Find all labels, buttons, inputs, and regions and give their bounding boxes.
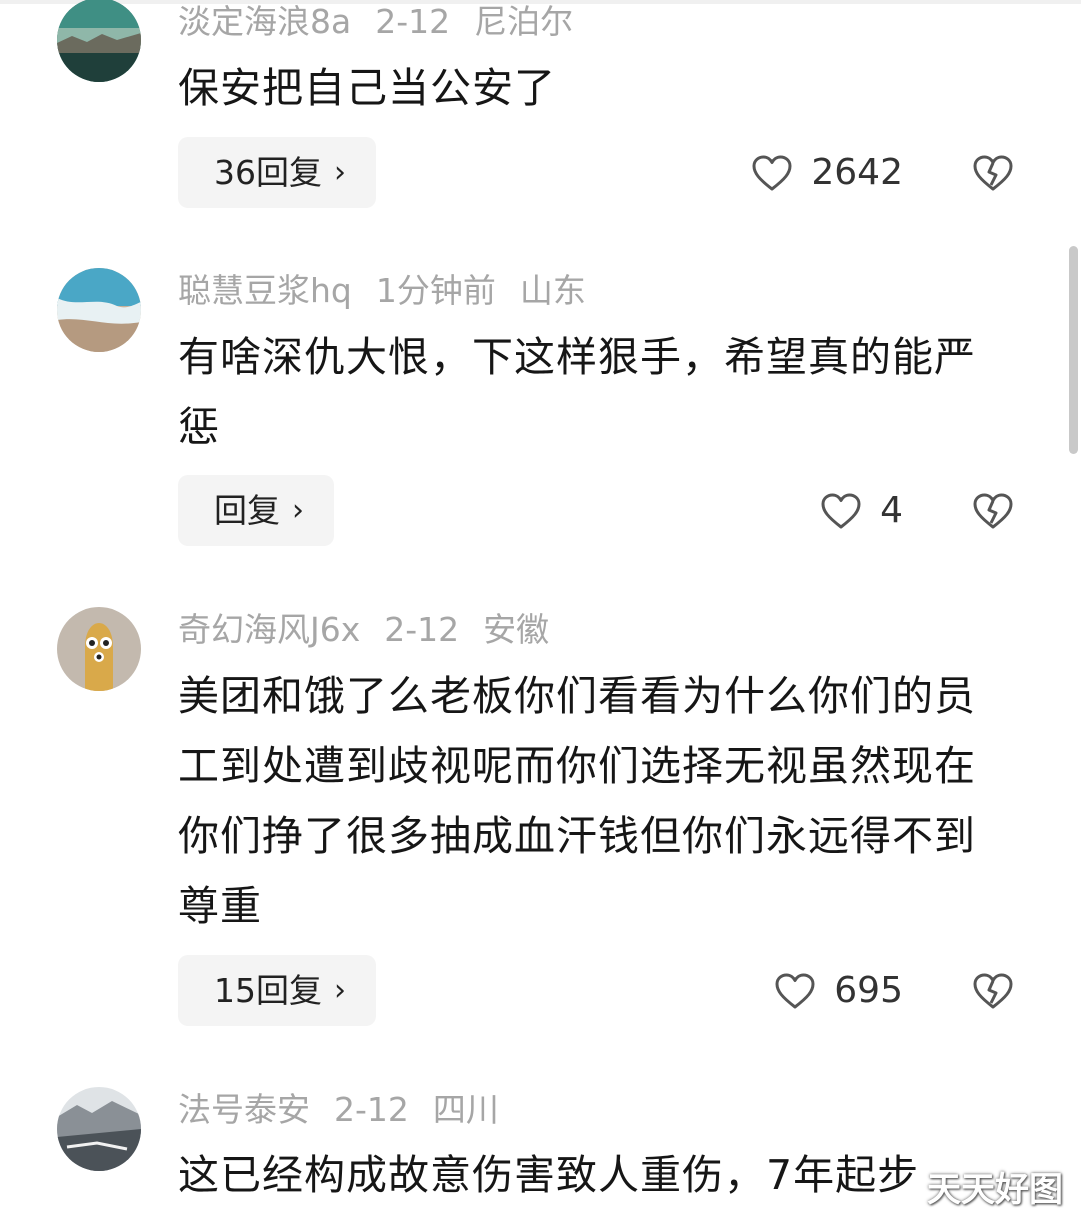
username[interactable]: 淡定海浪8a (178, 2, 351, 41)
watermark: 天天好图 (927, 1170, 1063, 1210)
heart-outline-icon (752, 155, 792, 190)
chevron-right-icon: › (334, 155, 346, 190)
chevron-right-icon: › (292, 493, 304, 528)
heart-outline-icon (775, 973, 815, 1008)
broken-heart-icon (973, 155, 1013, 190)
broken-heart-icon (973, 493, 1013, 528)
view-replies-button[interactable]: 15回复 › (178, 955, 376, 1026)
like-count: 695 (834, 970, 903, 1011)
comment-text: 保安把自己当公安了 (178, 64, 556, 112)
comment-date: 2-12 (334, 1090, 409, 1129)
comment-text: 这已经构成故意伤害致人重伤，7年起步 (178, 1151, 920, 1199)
like-count: 2642 (811, 152, 903, 193)
dislike-button[interactable] (971, 137, 1015, 208)
comment-location: 山东 (519, 271, 586, 310)
comment-meta: 聪慧豆浆hq 1分钟前 山东 (178, 269, 610, 313)
comment-location: 四川 (432, 1090, 499, 1129)
broken-heart-icon (973, 973, 1013, 1008)
comment-location: 尼泊尔 (474, 2, 574, 41)
avatar[interactable] (57, 268, 141, 352)
reply-label: 36回复 (214, 153, 322, 192)
avatar[interactable] (57, 1087, 141, 1171)
dislike-button[interactable] (971, 475, 1015, 546)
username[interactable]: 聪慧豆浆hq (178, 271, 352, 310)
comment-date: 2-12 (384, 610, 460, 649)
like-button[interactable]: 2642 (751, 137, 903, 208)
reply-label: 15回复 (214, 971, 322, 1010)
chevron-right-icon: › (334, 973, 346, 1008)
comment-text: 美团和饿了么老板你们看看为什么你们的员工到处遭到歧视呢而你们选择无视虽然现在你们… (178, 672, 976, 930)
scrollbar[interactable] (1069, 246, 1078, 454)
comment-meta: 淡定海浪8a 2-12 尼泊尔 (178, 0, 597, 44)
reply-button[interactable]: 回复 › (178, 475, 334, 546)
comment-location: 安徽 (483, 610, 550, 649)
heart-outline-icon (821, 493, 861, 528)
dislike-button[interactable] (971, 955, 1015, 1026)
comment-text: 有啥深仇大恨，下这样狠手，希望真的能严惩 (178, 333, 976, 451)
comment-date: 2-12 (375, 2, 451, 41)
username[interactable]: 法号泰安 (178, 1090, 310, 1129)
username[interactable]: 奇幻海风J6x (178, 610, 360, 649)
like-button[interactable]: 695 (774, 955, 903, 1026)
view-replies-button[interactable]: 36回复 › (178, 137, 376, 208)
comment-meta: 法号泰安 2-12 四川 (178, 1088, 523, 1132)
like-count: 4 (880, 490, 903, 531)
like-button[interactable]: 4 (820, 475, 903, 546)
comment-meta: 奇幻海风J6x 2-12 安徽 (178, 608, 573, 652)
reply-label: 回复 (214, 491, 280, 530)
avatar[interactable] (57, 0, 141, 82)
avatar[interactable] (57, 607, 141, 691)
comment-date: 1分钟前 (375, 271, 496, 310)
